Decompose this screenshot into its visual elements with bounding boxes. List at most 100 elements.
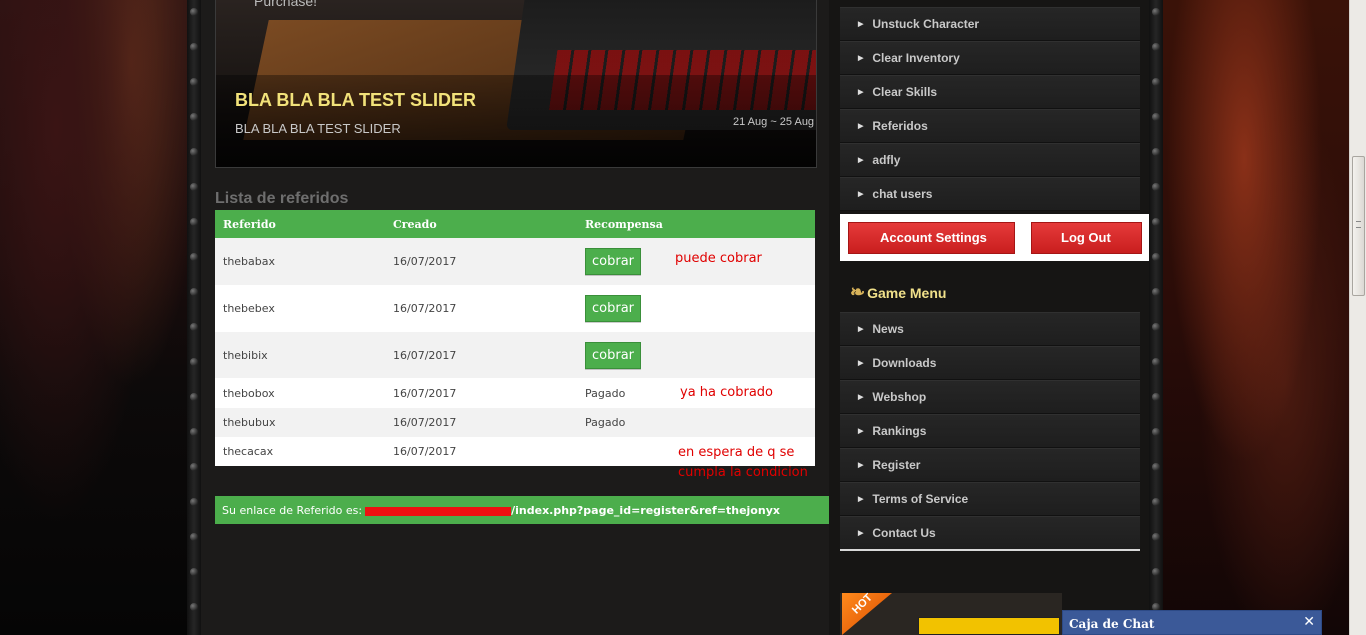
rivet-decoration (1152, 288, 1160, 296)
claim-button[interactable]: cobrar (585, 248, 642, 275)
rivet-decoration (190, 428, 198, 436)
referral-name: thebabax (215, 238, 385, 285)
arrow-right-icon: ▶ (858, 428, 864, 435)
table-header-row: Referido Creado Recompensa (215, 210, 815, 238)
account-settings-button[interactable]: Account Settings (848, 222, 1015, 254)
arrow-right-icon: ▶ (858, 157, 864, 164)
menu-item-label: chat users (872, 187, 933, 201)
rivet-decoration (1152, 358, 1160, 366)
referrals-table: Referido Creado Recompensa thebabax 16/0… (215, 210, 815, 466)
user-menu: ▶ Unstuck Character ▶ Clear Inventory ▶ Cle… (840, 7, 1140, 211)
game-menu-title: ❧ Game Menu (850, 282, 946, 303)
rivet-decoration (190, 323, 198, 331)
menu-item-label: Downloads (872, 356, 937, 370)
arrow-right-icon: ▶ (858, 462, 864, 469)
menu-divider (840, 549, 1140, 551)
featured-slider[interactable]: Purchase! BLA BLA BLA TEST SLIDER BLA BL… (215, 0, 817, 168)
page-scrollbar[interactable] (1349, 0, 1366, 635)
menu-item-referidos[interactable]: ▶ Referidos (840, 109, 1140, 143)
claim-button[interactable]: cobrar (585, 341, 642, 369)
referral-created: 16/07/2017 (385, 332, 577, 378)
wing-icon: ❧ (850, 282, 866, 302)
account-actions: Account Settings Log Out (840, 214, 1149, 261)
menu-item-label: News (872, 322, 904, 336)
rivet-decoration (190, 393, 198, 401)
rivet-decoration (190, 218, 198, 226)
annotation-waiting-line1: en espera de q se (678, 445, 795, 460)
referral-name: thebibix (215, 332, 385, 378)
menu-item-clear-inventory[interactable]: ▶ Clear Inventory (840, 41, 1140, 75)
rivet-decoration (190, 148, 198, 156)
rivet-decoration (1152, 183, 1160, 191)
rivet-decoration (1152, 393, 1160, 401)
menu-item-news[interactable]: ▶ News (840, 312, 1140, 346)
rivet-decoration (190, 568, 198, 576)
rivet-decoration (1152, 253, 1160, 261)
arrow-right-icon: ▶ (858, 394, 864, 401)
rivet-decoration (1152, 323, 1160, 331)
scrollbar-thumb[interactable] (1352, 156, 1365, 296)
referral-name: thebobox (215, 378, 385, 408)
menu-item-terms-of-service[interactable]: ▶ Terms of Service (840, 482, 1140, 516)
referral-created: 16/07/2017 (385, 437, 577, 466)
arrow-right-icon: ▶ (858, 360, 864, 367)
chat-box-title: Caja de Chat (1069, 617, 1155, 631)
rivet-decoration (190, 8, 198, 16)
menu-item-unstuck-character[interactable]: ▶ Unstuck Character (840, 7, 1140, 41)
rivet-decoration (1152, 218, 1160, 226)
menu-item-contact-us[interactable]: ▶ Contact Us (840, 516, 1140, 550)
slider-title[interactable]: BLA BLA BLA TEST SLIDER (235, 90, 476, 111)
rivet-decoration (190, 533, 198, 541)
rivet-decoration (1152, 568, 1160, 576)
rivet-decoration (1152, 498, 1160, 506)
arrow-right-icon: ▶ (858, 530, 864, 537)
chat-box-header[interactable]: Caja de Chat ✕ (1062, 610, 1322, 635)
menu-item-clear-skills[interactable]: ▶ Clear Skills (840, 75, 1140, 109)
arrow-right-icon: ▶ (858, 191, 864, 198)
annotation-waiting-line2: cumpla la condicion (678, 465, 808, 480)
logout-button[interactable]: Log Out (1031, 222, 1142, 254)
rivet-decoration (190, 358, 198, 366)
rivet-decoration (190, 288, 198, 296)
referral-name: thebubux (215, 408, 385, 437)
claim-button[interactable]: cobrar (585, 295, 642, 322)
game-menu: ▶ News ▶ Downloads ▶ Webshop ▶ Rankings ▶ Reg… (840, 312, 1140, 550)
background-art-left (0, 0, 187, 635)
annotation-can-claim: puede cobrar (675, 251, 762, 266)
menu-item-adfly[interactable]: ▶ adfly (840, 143, 1140, 177)
menu-item-chat-users[interactable]: ▶ chat users (840, 177, 1140, 211)
table-row: thebibix 16/07/2017 cobrar (215, 332, 815, 378)
referral-link-label: Su enlace de Referido es: (222, 504, 363, 517)
referral-name: thebebex (215, 285, 385, 332)
banner-image (918, 617, 1060, 635)
redacted-domain (365, 506, 512, 516)
rivet-decoration (1152, 113, 1160, 121)
section-title-referrals: Lista de referidos (215, 190, 349, 207)
menu-item-register[interactable]: ▶ Register (840, 448, 1140, 482)
arrow-right-icon: ▶ (858, 326, 864, 333)
arrow-right-icon: ▶ (858, 21, 864, 28)
menu-item-webshop[interactable]: ▶ Webshop (840, 380, 1140, 414)
menu-item-label: Rankings (872, 424, 927, 438)
column-header-recompensa: Recompensa (577, 210, 815, 238)
background-art-right (1163, 0, 1366, 635)
close-icon[interactable]: ✕ (1303, 614, 1315, 630)
rivet-decoration (1152, 8, 1160, 16)
arrow-right-icon: ▶ (858, 89, 864, 96)
arrow-right-icon: ▶ (858, 55, 864, 62)
referral-created: 16/07/2017 (385, 378, 577, 408)
menu-item-label: Webshop (872, 390, 927, 404)
rivet-decoration (1152, 533, 1160, 541)
rivet-decoration (190, 113, 198, 121)
menu-item-label: Unstuck Character (872, 17, 980, 31)
arrow-right-icon: ▶ (858, 123, 864, 130)
menu-item-downloads[interactable]: ▶ Downloads (840, 346, 1140, 380)
rivet-decoration (190, 603, 198, 611)
rivet-decoration (1152, 463, 1160, 471)
menu-item-label: Terms of Service (872, 492, 969, 506)
referral-link-url[interactable]: /index.php?page_id=register&ref=thejonyx (511, 504, 780, 517)
column-header-referido: Referido (215, 210, 385, 238)
menu-item-rankings[interactable]: ▶ Rankings (840, 414, 1140, 448)
rivet-decoration (190, 463, 198, 471)
menu-item-label: Clear Inventory (872, 51, 960, 65)
